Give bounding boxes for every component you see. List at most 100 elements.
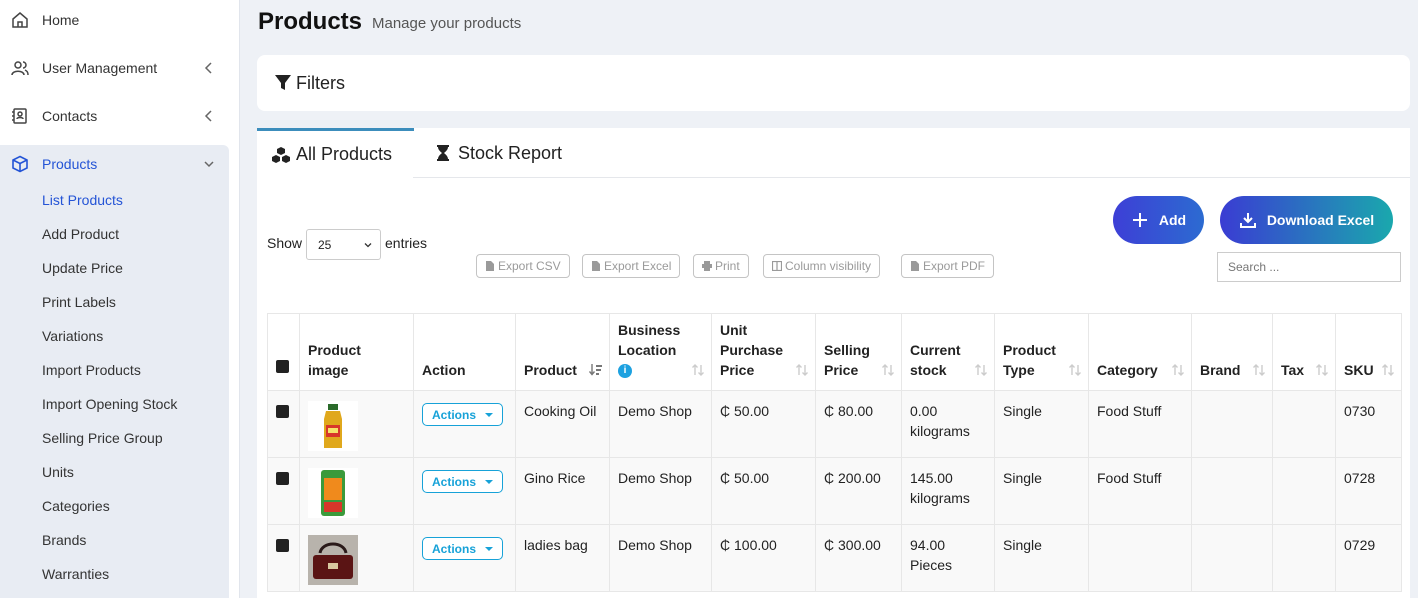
sidebar-sub-add-product[interactable]: Add Product: [42, 224, 119, 244]
sort-icon: [882, 364, 894, 376]
col-product[interactable]: Product: [515, 313, 610, 391]
selling-price-cell: ₵ 80.00: [815, 390, 902, 458]
product-image-cell: [299, 457, 414, 525]
row-checkbox[interactable]: [276, 539, 289, 552]
type-cell: Single: [994, 457, 1089, 525]
sidebar-item-products[interactable]: Products: [0, 144, 229, 184]
col-product-type[interactable]: Product Type: [994, 313, 1089, 391]
col-label: Category: [1097, 362, 1158, 378]
sidebar-sub-print-labels[interactable]: Print Labels: [42, 292, 116, 312]
sort-asc-icon: [589, 364, 602, 376]
sort-icon: [796, 364, 808, 376]
sku-cell: 0730: [1335, 390, 1402, 458]
chevron-down-icon: [364, 243, 372, 248]
sidebar-sub-import-opening-stock[interactable]: Import Opening Stock: [42, 394, 177, 414]
cubes-icon: [272, 146, 290, 163]
stock-cell: 94.00 Pieces: [901, 524, 995, 592]
location-cell: Demo Shop: [609, 390, 712, 458]
columns-icon: [772, 261, 782, 271]
export-label: Export CSV: [498, 259, 561, 273]
col-brand[interactable]: Brand: [1191, 313, 1273, 391]
add-button[interactable]: Add: [1113, 196, 1204, 244]
export-csv-button[interactable]: Export CSV: [476, 254, 570, 278]
sidebar-item-label: Home: [42, 12, 80, 28]
product-image-cell: [299, 524, 414, 592]
row-checkbox[interactable]: [276, 472, 289, 485]
sidebar-item-label: Contacts: [42, 108, 98, 124]
col-label: Selling Price: [824, 342, 870, 378]
category-cell: [1088, 524, 1192, 592]
action-cell: Actions: [413, 524, 516, 592]
print-icon: [702, 261, 712, 271]
export-label: Export Excel: [604, 259, 672, 273]
col-unit-purchase-price[interactable]: Unit Purchase Price: [711, 313, 816, 391]
select-all-checkbox[interactable]: [276, 360, 289, 373]
page-length-select[interactable]: 25: [306, 229, 381, 260]
export-pdf-button[interactable]: Export PDF: [901, 254, 995, 278]
export-label: Column visibility: [785, 259, 872, 273]
category-cell: Food Stuff: [1088, 390, 1192, 458]
tab-stock-report[interactable]: Stock Report: [419, 128, 577, 178]
actions-dropdown[interactable]: Actions: [422, 403, 504, 426]
file-pdf-icon: [911, 261, 919, 271]
caret-down-icon: [485, 412, 494, 417]
col-label: Brand: [1200, 362, 1241, 378]
actions-dropdown[interactable]: Actions: [422, 470, 504, 493]
row-select-cell: [267, 390, 300, 458]
sidebar-sub-variations[interactable]: Variations: [42, 326, 103, 346]
users-icon: [11, 59, 29, 77]
filters-toggle[interactable]: Filters: [257, 55, 1410, 111]
sidebar-sub-warranties[interactable]: Warranties: [42, 564, 109, 584]
tab-label: Stock Report: [458, 142, 563, 163]
tab-label: All Products: [296, 144, 393, 164]
product-image-cell: [299, 390, 414, 458]
col-category[interactable]: Category: [1088, 313, 1192, 391]
file-excel-icon: [592, 261, 600, 271]
col-current-stock[interactable]: Current stock: [901, 313, 995, 391]
col-selling-price[interactable]: Selling Price: [815, 313, 902, 391]
export-excel-button[interactable]: Export Excel: [582, 254, 681, 278]
table-row: Actions Gino Rice Demo Shop ₵ 50.00 ₵ 20…: [267, 457, 1402, 525]
cooking-oil-image: [308, 401, 358, 451]
sidebar-sub-list-products[interactable]: List Products: [42, 190, 123, 210]
col-label: Current stock: [910, 342, 961, 378]
sidebar: Home User Management Contacts Products L…: [0, 0, 240, 598]
actions-dropdown[interactable]: Actions: [422, 537, 504, 560]
download-excel-button[interactable]: Download Excel: [1220, 196, 1393, 244]
sidebar-sub-brands[interactable]: Brands: [42, 530, 86, 550]
sidebar-item-home[interactable]: Home: [0, 0, 229, 40]
col-business-location[interactable]: Business Location i: [609, 313, 712, 391]
sidebar-sub-update-price[interactable]: Update Price: [42, 258, 123, 278]
col-label: Business Location: [618, 322, 681, 358]
col-tax[interactable]: Tax: [1272, 313, 1336, 391]
column-visibility-button[interactable]: Column visibility: [763, 254, 881, 278]
show-label: Show: [267, 235, 303, 251]
info-icon[interactable]: i: [618, 364, 632, 379]
sort-icon: [1316, 364, 1328, 376]
row-select-cell: [267, 457, 300, 525]
type-cell: Single: [994, 390, 1089, 458]
brand-cell: [1191, 390, 1273, 458]
plus-icon: [1132, 213, 1147, 227]
sidebar-sub-categories[interactable]: Categories: [42, 496, 110, 516]
col-label: Product: [524, 362, 577, 378]
row-checkbox[interactable]: [276, 405, 289, 418]
product-cell: ladies bag: [515, 524, 610, 592]
search-input[interactable]: [1217, 252, 1401, 282]
sidebar-item-user-management[interactable]: User Management: [0, 48, 229, 88]
tab-all-products[interactable]: All Products: [257, 128, 414, 178]
action-cell: Actions: [413, 457, 516, 525]
col-sku[interactable]: SKU: [1335, 313, 1402, 391]
sidebar-sub-import-products[interactable]: Import Products: [42, 360, 141, 380]
brand-cell: [1191, 524, 1273, 592]
sidebar-sub-units[interactable]: Units: [42, 462, 74, 482]
export-label: Export PDF: [923, 259, 986, 273]
tab-divider: [413, 177, 1410, 178]
sort-icon: [1069, 364, 1081, 376]
sidebar-sub-selling-price-group[interactable]: Selling Price Group: [42, 428, 163, 448]
col-label: SKU: [1344, 362, 1374, 378]
col-label: Product image: [308, 342, 361, 378]
col-label: Unit Purchase Price: [720, 322, 784, 378]
sidebar-item-contacts[interactable]: Contacts: [0, 96, 229, 136]
print-button[interactable]: Print: [693, 254, 749, 278]
